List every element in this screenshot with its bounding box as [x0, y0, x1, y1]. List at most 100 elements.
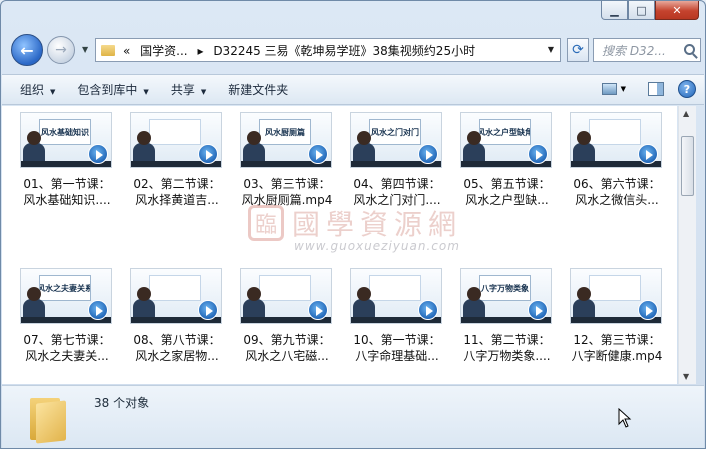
file-item[interactable]: 八字万物类象 11、第二节课： 八字万物类象....	[458, 268, 556, 364]
chevron-down-icon: ▼	[143, 88, 149, 96]
file-item[interactable]: 风水厨厕篇 03、第三节课： 风水厨厕篇.mp4	[238, 112, 336, 208]
video-thumbnail	[240, 268, 332, 324]
media-player-icon	[308, 144, 328, 164]
address-dropdown-arrow[interactable]: ▼	[548, 45, 554, 54]
file-name: 01、第一节课： 风水基础知识....	[18, 176, 116, 208]
organize-label: 组织	[20, 83, 45, 97]
file-name-line1: 07、第七节课：	[23, 333, 111, 347]
file-name-line2: 八字万物类象....	[463, 349, 551, 363]
change-view-icon[interactable]	[601, 83, 617, 95]
presenter-head	[247, 131, 261, 145]
presenter	[243, 299, 265, 319]
file-name-line2: 风水之家居物...	[135, 349, 219, 363]
minimize-button[interactable]: ▁	[601, 1, 628, 20]
video-thumbnail: 风水厨厕篇	[240, 112, 332, 168]
presenter	[133, 143, 155, 163]
watermark-seal: 臨	[248, 205, 284, 241]
media-player-icon	[308, 300, 328, 320]
presenter-head	[357, 131, 371, 145]
explorer-window: ▁ □ ✕ ← → ▼ « 国学资... ▸ D32245 三易《乾坤易学班》3…	[0, 0, 706, 449]
thumbnail-slide: 风水之门对门	[369, 119, 421, 145]
file-item[interactable]: 风水之夫妻关系 07、第七节课： 风水之夫妻关...	[18, 268, 116, 364]
file-item[interactable]: 02、第二节课： 风水择黄道吉...	[128, 112, 226, 208]
presenter	[463, 143, 485, 163]
search-box[interactable]: 搜索 D32...	[593, 38, 701, 62]
address-bar[interactable]: « 国学资... ▸ D32245 三易《乾坤易学班》38集视频约25小时 ▼	[95, 38, 561, 62]
media-player-icon	[198, 300, 218, 320]
presenter-head	[27, 131, 41, 145]
file-item[interactable]: 12、第三节课： 八字断健康.mp4	[568, 268, 666, 364]
details-pane: 38 个对象	[2, 385, 704, 448]
media-player-icon	[88, 300, 108, 320]
video-thumbnail	[130, 268, 222, 324]
file-name-line2: 风水之八宅磁...	[245, 349, 329, 363]
search-input[interactable]: 搜索 D32...	[602, 42, 666, 59]
thumbnail-slide: 八字万物类象	[479, 275, 531, 301]
view-options-dropdown[interactable]: ▼	[621, 85, 626, 93]
presenter-head	[577, 287, 591, 301]
file-item[interactable]: 09、第九节课： 风水之八宅磁...	[238, 268, 336, 364]
file-name: 08、第八节课： 风水之家居物...	[128, 332, 226, 364]
scrollbar-thumb[interactable]	[681, 136, 694, 196]
vertical-scrollbar[interactable]: ▲ ▼	[678, 106, 696, 384]
thumbnail-slide: 风水基础知识	[39, 119, 91, 145]
video-thumbnail	[570, 268, 662, 324]
include-in-library-menu[interactable]: 包含到库中 ▼	[77, 81, 148, 98]
file-name-line1: 08、第八节课：	[133, 333, 221, 347]
share-menu[interactable]: 共享 ▼	[171, 81, 206, 98]
refresh-button[interactable]: ⟳	[567, 38, 589, 62]
thumbnail-slide	[149, 275, 201, 301]
breadcrumb-current[interactable]: D32245 三易《乾坤易学班》38集视频约25小时	[213, 44, 475, 58]
file-item[interactable]: 08、第八节课： 风水之家居物...	[128, 268, 226, 364]
video-thumbnail	[570, 112, 662, 168]
breadcrumb: « 国学资... ▸ D32245 三易《乾坤易学班》38集视频约25小时	[123, 42, 481, 59]
file-name-line2: 八字命理基础...	[355, 349, 439, 363]
file-name: 09、第九节课： 风水之八宅磁...	[238, 332, 336, 364]
file-name-line1: 01、第一节课：	[23, 177, 111, 191]
file-name-line1: 05、第五节课：	[463, 177, 551, 191]
preview-pane-icon[interactable]	[648, 82, 664, 96]
watermark-url: www.guoxueziyuan.com	[294, 239, 460, 253]
breadcrumb-parent[interactable]: 国学资...	[140, 44, 187, 58]
search-icon[interactable]	[684, 44, 695, 55]
file-item[interactable]: 风水之门对门 04、第四节课： 风水之门对门....	[348, 112, 446, 208]
back-button[interactable]: ←	[11, 34, 43, 66]
breadcrumb-separator[interactable]: ▸	[197, 44, 203, 58]
caption-buttons: ▁ □ ✕	[601, 1, 699, 20]
thumbnail-slide: 风水之户型缺角	[479, 119, 531, 145]
file-item[interactable]: 06、第六节课： 风水之微信头...	[568, 112, 666, 208]
file-item[interactable]: 风水基础知识 01、第一节课： 风水基础知识....	[18, 112, 116, 208]
new-folder-button[interactable]: 新建文件夹	[228, 81, 288, 98]
presenter	[573, 143, 595, 163]
file-name-line2: 风水之夫妻关...	[25, 349, 109, 363]
presenter	[133, 299, 155, 319]
navigation-bar: ← → ▼ « 国学资... ▸ D32245 三易《乾坤易学班》38集视频约2…	[7, 33, 701, 67]
watermark: 臨國學資源網 www.guoxueziyuan.com	[248, 203, 463, 253]
scroll-up-arrow[interactable]: ▲	[683, 109, 689, 118]
forward-button[interactable]: →	[47, 36, 75, 64]
help-icon[interactable]: ?	[678, 80, 696, 98]
file-name-line1: 02、第二节课：	[133, 177, 221, 191]
watermark-text: 國學資源網	[292, 208, 463, 241]
video-thumbnail: 风水之门对门	[350, 112, 442, 168]
organize-menu[interactable]: 组织 ▼	[20, 81, 55, 98]
presenter-head	[577, 131, 591, 145]
file-name-line1: 04、第四节课：	[353, 177, 441, 191]
file-item[interactable]: 10、第一节课： 八字命理基础...	[348, 268, 446, 364]
file-name: 12、第三节课： 八字断健康.mp4	[568, 332, 666, 364]
presenter-head	[247, 287, 261, 301]
file-item[interactable]: 风水之户型缺角 05、第五节课： 风水之户型缺...	[458, 112, 556, 208]
presenter-head	[137, 131, 151, 145]
recent-pages-dropdown[interactable]: ▼	[82, 45, 88, 54]
media-player-icon	[198, 144, 218, 164]
close-button[interactable]: ✕	[655, 1, 699, 20]
share-label: 共享	[170, 83, 195, 97]
maximize-button[interactable]: □	[628, 1, 655, 20]
thumbnail-slide: 风水厨厕篇	[259, 119, 311, 145]
breadcrumb-overflow-chevron[interactable]: «	[123, 44, 130, 58]
media-player-icon	[418, 144, 438, 164]
media-player-icon	[418, 300, 438, 320]
file-name-line2: 风水基础知识....	[23, 193, 111, 207]
file-name: 05、第五节课： 风水之户型缺...	[458, 176, 556, 208]
scroll-down-arrow[interactable]: ▼	[683, 372, 689, 381]
